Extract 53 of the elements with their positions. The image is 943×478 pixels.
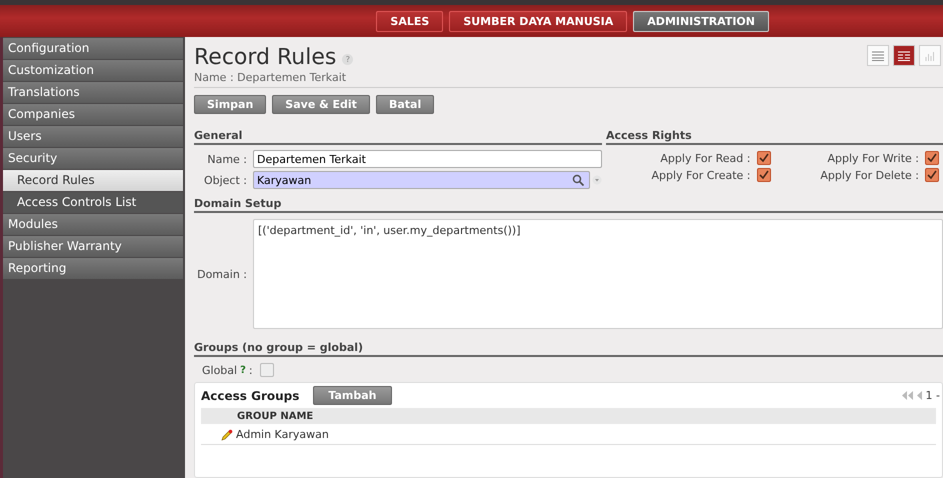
checkbox-label: Apply For Create : (652, 168, 750, 182)
global-checkbox[interactable] (260, 363, 274, 377)
sidebar-item[interactable]: Companies (3, 104, 183, 125)
action-button[interactable]: Batal (376, 95, 434, 114)
checkbox[interactable] (756, 168, 770, 182)
sidebar-item[interactable]: Modules (3, 214, 183, 235)
section-title: Domain Setup (194, 197, 943, 213)
sidebar-item[interactable]: Translations (3, 82, 183, 103)
field-label: Object : (202, 174, 248, 186)
action-button[interactable]: Save & Edit (272, 95, 370, 114)
pencil-icon[interactable] (221, 428, 233, 440)
top-menu-tab[interactable]: ADMINISTRATION (633, 10, 769, 32)
checkbox-label: Apply For Delete : (820, 168, 919, 182)
sidebar-item[interactable]: Publisher Warranty (3, 236, 183, 257)
top-menu-tab[interactable]: SUMBER DAYA MANUSIA (449, 10, 628, 32)
list-icon (872, 50, 884, 60)
sidebar-item[interactable]: Customization (3, 60, 183, 81)
object-field[interactable]: Karyawan (253, 171, 590, 189)
view-switch[interactable] (893, 45, 915, 66)
label-colon: : (248, 364, 253, 376)
page-title: Record Rules (194, 45, 336, 70)
section-title: General (194, 129, 602, 145)
checkbox[interactable] (925, 151, 939, 165)
top-menu-tab[interactable]: SALES (376, 10, 444, 32)
sidebar-item[interactable]: Users (3, 126, 183, 147)
section-title: Access Rights (606, 129, 943, 145)
sidebar-subitem[interactable]: Access Controls List (3, 192, 183, 213)
sidebar-subitem[interactable]: Record Rules (3, 170, 183, 191)
view-switch[interactable] (867, 45, 889, 66)
add-button[interactable]: Tambah (313, 386, 392, 405)
view-switch[interactable] (919, 45, 941, 66)
pager-text: 1 - (926, 389, 940, 402)
panel-title: Access Groups (201, 388, 300, 402)
action-button[interactable]: Simpan (194, 95, 266, 114)
domain-textarea[interactable]: [('department_id', 'in', user.my_departments())] (253, 219, 943, 329)
section-title: Groups (no group = global) (194, 341, 943, 357)
help-mark[interactable]: ? (240, 364, 246, 376)
form-icon (898, 50, 910, 60)
record-subtitle: Name : Departemen Terkait (194, 71, 346, 84)
sidebar-item[interactable]: Reporting (3, 258, 183, 279)
sidebar-item[interactable]: Configuration (3, 38, 183, 59)
name-field[interactable]: Departemen Terkait (253, 150, 602, 168)
sidebar-item[interactable]: Security (3, 148, 183, 169)
field-label: Global (202, 364, 238, 376)
column-header: GROUP NAME (237, 411, 314, 422)
field-label: Name : (206, 152, 248, 166)
table-cell: Admin Karyawan (236, 428, 329, 441)
checkbox-label: Apply For Write : (828, 152, 919, 164)
field-label: Domain : (196, 268, 248, 280)
chart-icon (925, 50, 935, 60)
checkbox[interactable] (925, 168, 939, 182)
checkbox-label: Apply For Read : (660, 152, 750, 164)
checkbox[interactable] (756, 151, 770, 165)
